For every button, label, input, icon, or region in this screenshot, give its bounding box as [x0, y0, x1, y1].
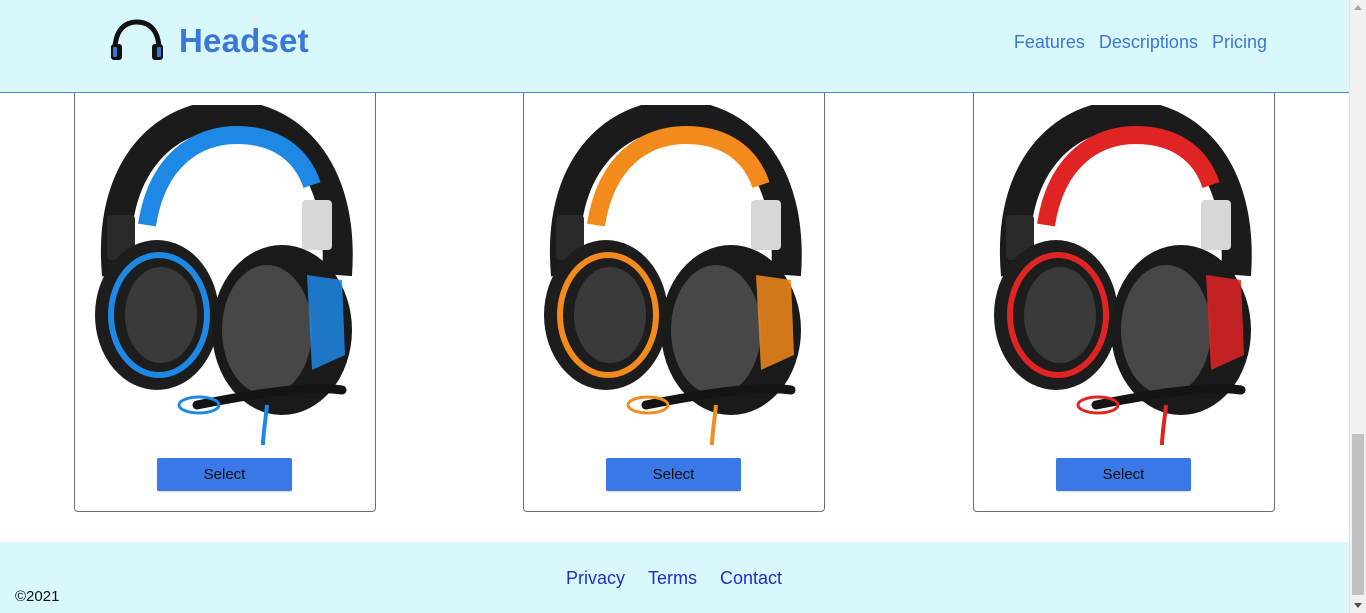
footer-links: Privacy Terms Contact	[566, 566, 782, 590]
footer-link-contact[interactable]: Contact	[720, 566, 782, 590]
vertical-scrollbar[interactable]	[1349, 0, 1366, 613]
scroll-down-arrow-icon[interactable]	[1354, 603, 1362, 608]
nav-link-descriptions[interactable]: Descriptions	[1099, 30, 1198, 54]
page: Select Select Select Headset Features De…	[0, 0, 1349, 613]
select-button-blue[interactable]: Select	[157, 458, 292, 491]
product-card-red: Select	[973, 60, 1275, 512]
headset-orange-image	[544, 105, 802, 445]
scroll-up-arrow-icon[interactable]	[1354, 5, 1362, 10]
site-footer: Privacy Terms Contact ©2021	[0, 542, 1349, 613]
site-header: Headset Features Descriptions Pricing	[0, 0, 1349, 93]
select-button-red[interactable]: Select	[1056, 458, 1191, 491]
scrollbar-thumb[interactable]	[1352, 434, 1364, 595]
copyright: ©2021	[15, 588, 60, 605]
product-card-orange: Select	[523, 60, 825, 512]
footer-link-terms[interactable]: Terms	[648, 566, 697, 590]
main-nav: Features Descriptions Pricing	[1014, 30, 1267, 54]
nav-link-features[interactable]: Features	[1014, 30, 1085, 54]
headset-blue-image	[95, 105, 353, 445]
brand-name: Headset	[179, 22, 309, 59]
nav-link-pricing[interactable]: Pricing	[1212, 30, 1267, 54]
footer-link-privacy[interactable]: Privacy	[566, 566, 625, 590]
brand[interactable]: Headset	[109, 18, 309, 64]
headphones-icon	[111, 19, 163, 60]
product-card-blue: Select	[74, 60, 376, 512]
select-button-orange[interactable]: Select	[606, 458, 741, 491]
headset-red-image	[994, 105, 1252, 445]
